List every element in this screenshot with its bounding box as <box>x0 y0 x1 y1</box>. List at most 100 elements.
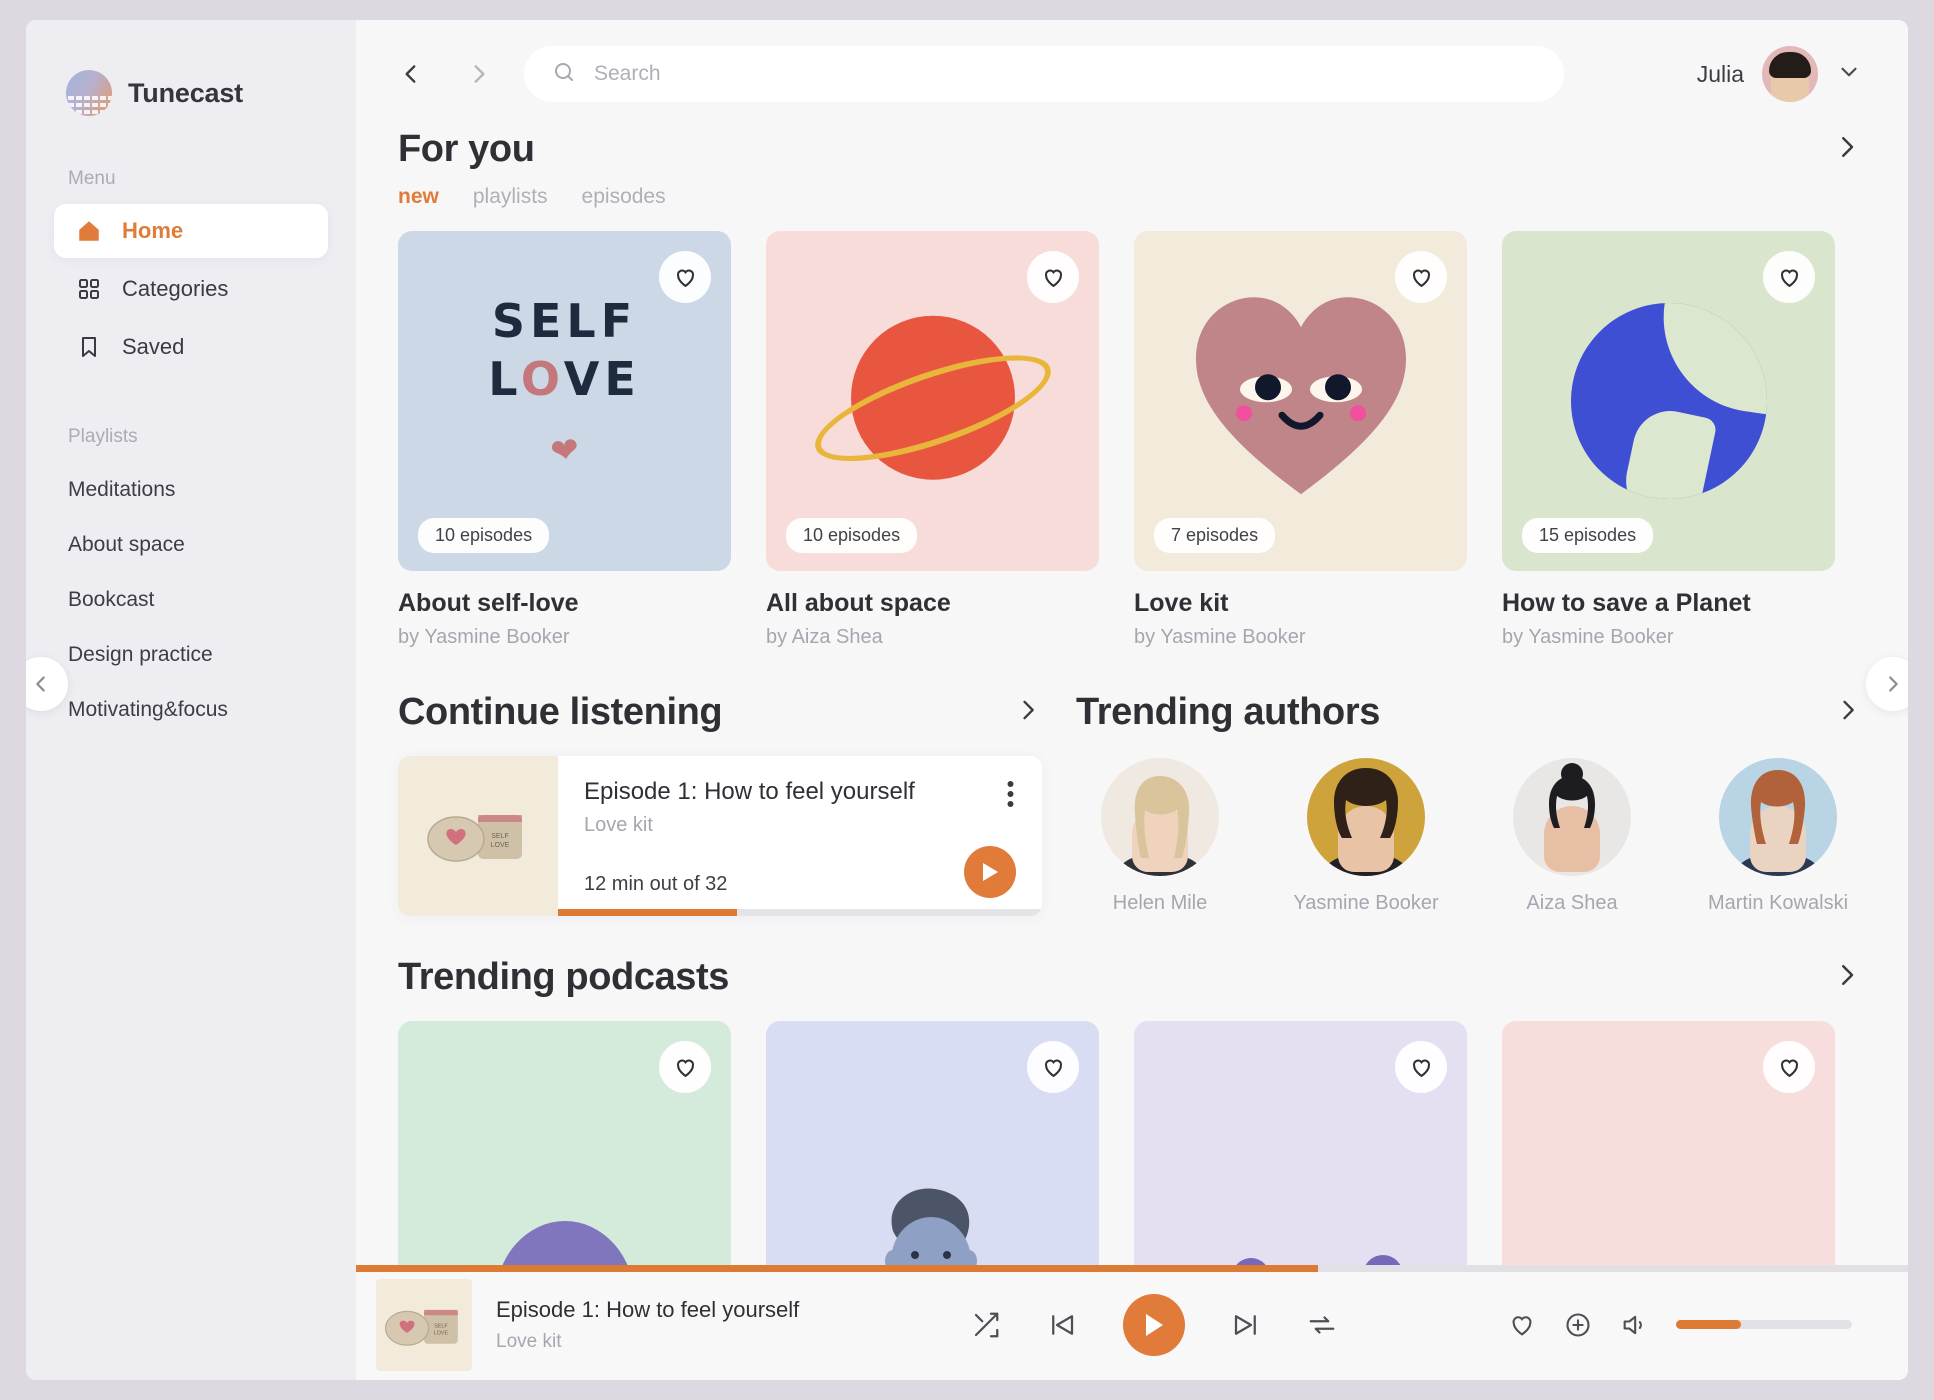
favorite-button[interactable] <box>659 1041 711 1093</box>
favorite-button[interactable] <box>1763 1041 1815 1093</box>
trending-podcasts-more-button[interactable] <box>1832 960 1862 995</box>
author-name: Martin Kowalski <box>1707 892 1849 914</box>
svg-text:LOVE: LOVE <box>491 842 510 849</box>
sidebar-item-saved[interactable]: Saved <box>54 320 328 374</box>
bookmark-icon <box>76 334 102 360</box>
shuffle-icon[interactable] <box>971 1310 1001 1340</box>
player-right-controls <box>1508 1311 1852 1339</box>
playlists-section-label: Playlists <box>68 426 138 447</box>
player-controls <box>971 1293 1337 1356</box>
author-item[interactable]: Martin Kowalski <box>1694 758 1862 915</box>
author-list: Helen Mile Yasmine Booker Aiza Shea Mart… <box>1076 758 1862 915</box>
heart-doodle-icon: ❤ <box>547 430 582 472</box>
favorite-button[interactable] <box>1027 251 1079 303</box>
kebab-menu-icon[interactable] <box>1007 780 1014 813</box>
chevron-down-icon[interactable] <box>1836 59 1862 90</box>
favorite-button[interactable] <box>1027 1041 1079 1093</box>
podcast-card[interactable]: 7 episodes Love kit by Yasmine Booker <box>1134 231 1467 649</box>
for-you-header: For you <box>398 128 1862 171</box>
tab-new[interactable]: new <box>398 185 439 209</box>
playlist-item-design-practice[interactable]: Design practice <box>26 627 356 682</box>
podcast-title: Love kit <box>1134 589 1229 617</box>
self-love-jar-icon: SELF LOVE <box>384 1309 458 1346</box>
trending-authors-title: Trending authors <box>1076 691 1380 733</box>
search-input[interactable] <box>594 62 1536 86</box>
episode-progress-text: 12 min out of 32 <box>584 873 728 895</box>
continue-listening-card[interactable]: SELF LOVE Episode 1: How to feel yoursel… <box>398 756 1042 916</box>
playlist-item-bookcast[interactable]: Bookcast <box>26 572 356 627</box>
episode-play-button[interactable] <box>964 846 1016 898</box>
sunset-waves-logo-icon <box>66 70 112 116</box>
podcast-artwork-self-love: SELF LOVE ❤ 10 episodes <box>398 231 731 571</box>
heart-icon[interactable] <box>1508 1311 1536 1339</box>
author-item[interactable]: Helen Mile <box>1076 758 1244 915</box>
blue-globe-icon <box>1570 303 1767 499</box>
episode-count-badge: 10 episodes <box>786 518 918 553</box>
plus-circle-icon[interactable] <box>1564 1311 1592 1339</box>
search-box[interactable] <box>524 46 1564 102</box>
trending-podcasts-header: Trending podcasts <box>398 956 1862 999</box>
podcast-card[interactable]: 15 episodes How to save a Planet by Yasm… <box>1502 231 1835 649</box>
avatar <box>1762 46 1818 102</box>
playlist-item-about-space[interactable]: About space <box>26 517 356 572</box>
episode-podcast-name: Love kit <box>584 814 653 836</box>
favorite-button[interactable] <box>659 251 711 303</box>
svg-text:LOVE: LOVE <box>434 1330 449 1336</box>
author-avatar <box>1513 758 1631 876</box>
playlist-item-motivating-focus[interactable]: Motivating&focus <box>26 682 356 737</box>
volume-slider[interactable] <box>1676 1320 1852 1329</box>
player-progress-bar[interactable] <box>356 1265 1908 1272</box>
search-icon <box>552 60 576 89</box>
svg-text:SELF: SELF <box>434 1323 448 1329</box>
play-button[interactable] <box>1122 1293 1185 1356</box>
continue-listening-more-button[interactable] <box>1014 696 1042 729</box>
playlist-item-meditations[interactable]: Meditations <box>26 462 356 517</box>
skip-back-icon[interactable] <box>1047 1310 1077 1340</box>
podcast-card[interactable]: 10 episodes All about space by Aiza Shea <box>766 231 1099 649</box>
row-continue-and-authors: Continue listening SELF LOVE Episode 1: … <box>398 691 1862 916</box>
trending-authors-section: Trending authors Helen Mile Yasmine Book… <box>1076 691 1862 916</box>
scroll-content: For you new playlists episodes SELF LOVE … <box>356 128 1908 1380</box>
favorite-button[interactable] <box>1395 251 1447 303</box>
for-you-tabs: new playlists episodes <box>398 185 1862 209</box>
podcast-title: About self-love <box>398 589 579 617</box>
sidebar-item-saved-label: Saved <box>122 334 185 359</box>
nav-forward-button[interactable] <box>456 51 502 97</box>
svg-text:SELF: SELF <box>491 833 509 840</box>
favorite-button[interactable] <box>1763 251 1815 303</box>
podcast-author: by Yasmine Booker <box>1502 626 1674 648</box>
favorite-button[interactable] <box>1395 1041 1447 1093</box>
author-avatar <box>1719 758 1837 876</box>
nav-back-button[interactable] <box>388 51 434 97</box>
skip-forward-icon[interactable] <box>1231 1310 1261 1340</box>
episode-title: Episode 1: How to feel yourself <box>584 778 915 805</box>
podcast-artwork-love-kit: 7 episodes <box>1134 231 1467 571</box>
volume-icon[interactable] <box>1620 1311 1648 1339</box>
author-item[interactable]: Yasmine Booker <box>1282 758 1450 915</box>
player-artwork: SELF LOVE <box>376 1278 472 1371</box>
tab-episodes[interactable]: episodes <box>582 185 666 209</box>
continue-listening-header: Continue listening <box>398 691 1042 734</box>
episode-count-badge: 7 episodes <box>1154 518 1276 553</box>
self-love-jar-icon: SELF LOVE <box>427 815 522 862</box>
trending-podcasts-title: Trending podcasts <box>398 956 730 998</box>
podcast-title: How to save a Planet <box>1502 589 1751 617</box>
for-you-more-button[interactable] <box>1832 132 1862 167</box>
brand[interactable]: Tunecast <box>26 56 356 116</box>
sidebar-item-home-label: Home <box>122 218 184 243</box>
home-icon <box>76 218 102 244</box>
menu-section-label: Menu <box>68 168 116 189</box>
user-menu[interactable]: Julia <box>1697 46 1862 102</box>
podcast-card[interactable]: SELF LOVE ❤ 10 episodes About self-love b… <box>398 231 731 649</box>
user-name: Julia <box>1696 60 1744 87</box>
trending-authors-more-button[interactable] <box>1834 696 1862 729</box>
author-item[interactable]: Aiza Shea <box>1488 758 1656 915</box>
sidebar: Tunecast Menu Home Categories Saved Play… <box>26 20 356 1380</box>
repeat-icon[interactable] <box>1307 1310 1337 1340</box>
sidebar-item-home[interactable]: Home <box>54 204 328 258</box>
author-avatar <box>1101 758 1219 876</box>
tab-playlists[interactable]: playlists <box>473 185 548 209</box>
trending-authors-header: Trending authors <box>1076 691 1862 734</box>
sidebar-item-categories[interactable]: Categories <box>54 262 328 316</box>
episode-progress-bar[interactable] <box>558 909 1042 916</box>
